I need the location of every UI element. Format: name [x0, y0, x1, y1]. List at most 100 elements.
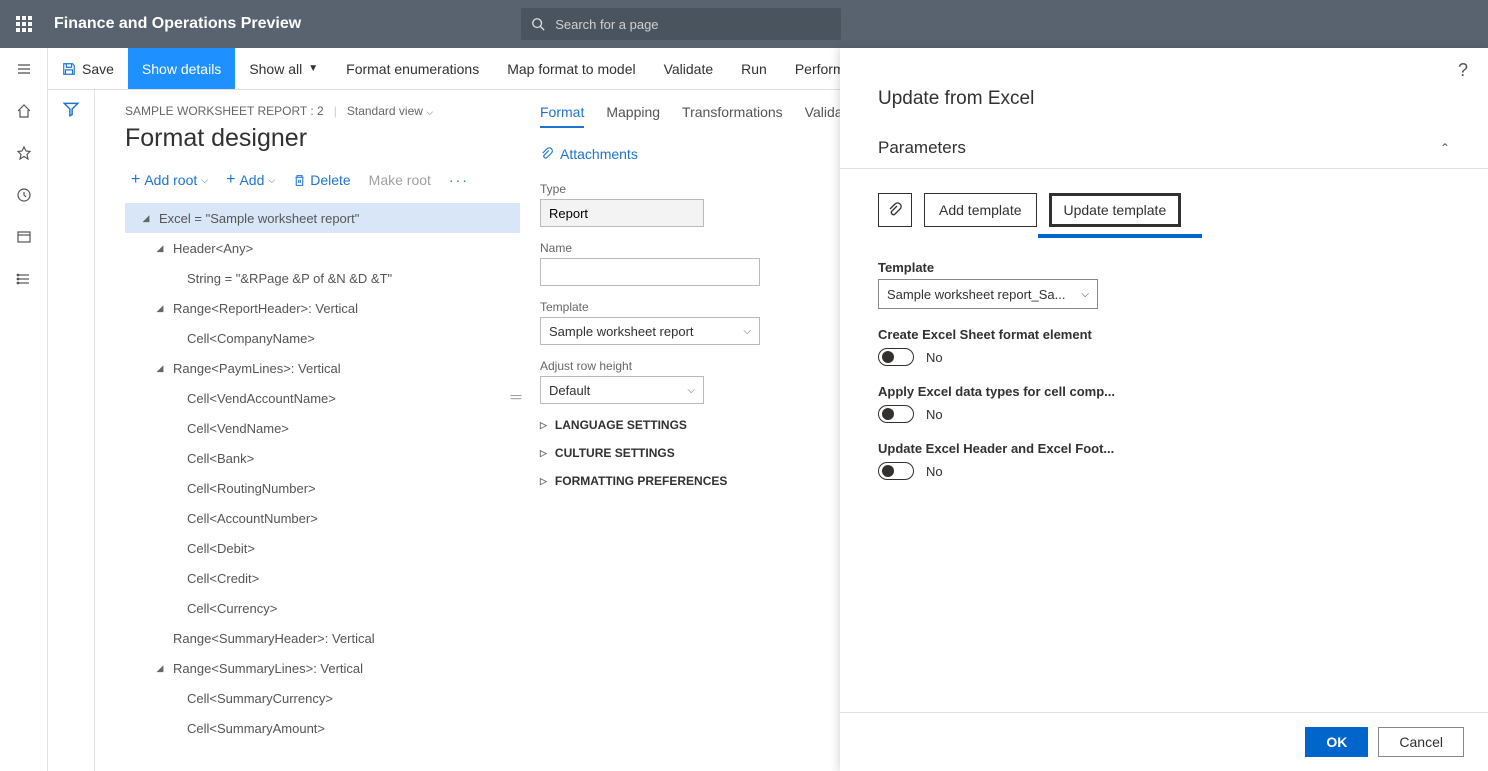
tree-node[interactable]: ◢ Range<PaymLines>: Vertical: [125, 353, 520, 383]
save-icon: [62, 62, 76, 76]
map-format-to-model-button[interactable]: Map format to model: [493, 48, 649, 89]
tree-node[interactable]: Cell<RoutingNumber>: [125, 473, 520, 503]
tree-node[interactable]: Cell<Bank>: [125, 443, 520, 473]
tab-format[interactable]: Format: [540, 104, 584, 128]
filter-column: [48, 90, 95, 771]
tree-node-label: Header<Any>: [173, 241, 253, 256]
chevron-down-icon: ▼: [308, 63, 318, 74]
tree-node[interactable]: ◢ Range<SummaryLines>: Vertical: [125, 653, 520, 683]
tree-node-label: Range<ReportHeader>: Vertical: [173, 301, 358, 316]
tree-node-label: Cell<Bank>: [187, 451, 254, 466]
attach-button[interactable]: [878, 193, 912, 227]
left-nav-rail: [0, 48, 48, 771]
tree-node-label: Cell<Debit>: [187, 541, 255, 556]
expand-icon[interactable]: ◢: [153, 363, 167, 374]
apply-types-value: No: [926, 407, 943, 422]
update-from-excel-panel: ? Update from Excel Parameters ⌃ Add tem…: [840, 48, 1488, 771]
parameters-header[interactable]: Parameters ⌃: [840, 110, 1488, 169]
tree-node[interactable]: Cell<SummaryCurrency>: [125, 683, 520, 713]
search-box[interactable]: Search for a page: [521, 8, 841, 40]
filter-icon[interactable]: [62, 100, 80, 118]
app-launcher-icon[interactable]: [0, 0, 48, 48]
tree-node[interactable]: Cell<VendName>: [125, 413, 520, 443]
validate-button[interactable]: Validate: [650, 48, 728, 89]
tree-node[interactable]: Cell<AccountNumber>: [125, 503, 520, 533]
expand-icon: ▷: [540, 476, 547, 487]
search-placeholder: Search for a page: [555, 17, 658, 32]
panel-title: Update from Excel: [840, 48, 1488, 110]
tree-node[interactable]: Cell<Debit>: [125, 533, 520, 563]
tab-transformations[interactable]: Transformations: [682, 104, 783, 128]
tree-node-label: Cell<SummaryCurrency>: [187, 691, 333, 706]
name-input[interactable]: [540, 258, 760, 286]
chevron-up-icon: ⌃: [1440, 141, 1450, 155]
app-title: Finance and Operations Preview: [54, 15, 301, 33]
more-button[interactable]: ···: [443, 168, 475, 192]
tree-node-label: Range<SummaryHeader>: Vertical: [173, 631, 375, 646]
apply-types-label: Apply Excel data types for cell comp...: [878, 384, 1450, 399]
attachments-link[interactable]: Attachments: [540, 146, 638, 162]
tree-node[interactable]: ◢ Header<Any>: [125, 233, 520, 263]
ok-button[interactable]: OK: [1305, 727, 1368, 757]
splitter-handle[interactable]: ||: [510, 394, 524, 400]
chevron-down-icon: ⌵: [1081, 289, 1089, 300]
row-height-select[interactable]: Default⌵: [540, 376, 704, 404]
run-button[interactable]: Run: [727, 48, 781, 89]
tree-node-label: Cell<Currency>: [187, 601, 277, 616]
tree-node-label: Cell<SummaryAmount>: [187, 721, 325, 736]
expand-icon[interactable]: ◢: [153, 663, 167, 674]
tree-node[interactable]: ◢ Range<ReportHeader>: Vertical: [125, 293, 520, 323]
nav-menu-icon[interactable]: [0, 48, 47, 90]
chevron-down-icon: ⌵: [687, 385, 695, 396]
make-root-button: Make root: [363, 168, 437, 192]
save-button[interactable]: Save: [48, 48, 128, 89]
update-header-toggle[interactable]: [878, 462, 914, 480]
tree-node[interactable]: Cell<Credit>: [125, 563, 520, 593]
chevron-down-icon: ⌵: [743, 326, 751, 337]
add-template-button[interactable]: Add template: [924, 193, 1037, 227]
tree-node-label: Cell<AccountNumber>: [187, 511, 318, 526]
format-tree: ◢Excel = "Sample worksheet report"◢Heade…: [125, 203, 520, 743]
show-details-button[interactable]: Show details: [128, 48, 235, 89]
tree-node[interactable]: Cell<CompanyName>: [125, 323, 520, 353]
tree-node-label: Range<PaymLines>: Vertical: [173, 361, 341, 376]
nav-home-icon[interactable]: [0, 90, 47, 132]
apply-types-toggle[interactable]: [878, 405, 914, 423]
update-template-button[interactable]: Update template: [1049, 193, 1182, 227]
template-select[interactable]: Sample worksheet report⌵: [540, 317, 760, 345]
create-sheet-label: Create Excel Sheet format element: [878, 327, 1450, 342]
cancel-button[interactable]: Cancel: [1378, 727, 1464, 757]
create-sheet-toggle[interactable]: [878, 348, 914, 366]
page-title: Format designer: [125, 124, 520, 153]
tree-node[interactable]: Range<SummaryHeader>: Vertical: [125, 623, 520, 653]
add-root-button[interactable]: +Add root⌵: [125, 167, 214, 193]
delete-button[interactable]: Delete: [287, 168, 356, 192]
tree-node[interactable]: Cell<Currency>: [125, 593, 520, 623]
nav-recent-icon[interactable]: [0, 174, 47, 216]
expand-icon[interactable]: ◢: [153, 243, 167, 254]
tree-node[interactable]: Cell<SummaryAmount>: [125, 713, 520, 743]
nav-modules-icon[interactable]: [0, 258, 47, 300]
tab-mapping[interactable]: Mapping: [606, 104, 660, 128]
nav-workspace-icon[interactable]: [0, 216, 47, 258]
attachment-icon: [887, 202, 903, 218]
nav-favorites-icon[interactable]: [0, 132, 47, 174]
help-icon[interactable]: ?: [1458, 60, 1468, 81]
tree-node-label: Cell<RoutingNumber>: [187, 481, 316, 496]
show-all-button[interactable]: Show all▼: [235, 48, 332, 89]
tree-node[interactable]: Cell<VendAccountName>: [125, 383, 520, 413]
expand-icon[interactable]: ◢: [153, 303, 167, 314]
trash-icon: [293, 174, 306, 187]
tree-node[interactable]: String = "&RPage &P of &N &D &T": [125, 263, 520, 293]
view-selector[interactable]: Standard view ⌵: [347, 104, 433, 118]
expand-icon[interactable]: ◢: [139, 213, 153, 224]
flyout-template-select[interactable]: Sample worksheet report_Sa...⌵: [878, 279, 1098, 309]
flyout-template-label: Template: [878, 260, 1450, 275]
add-button[interactable]: +Add⌵: [220, 167, 281, 193]
tree-node[interactable]: ◢Excel = "Sample worksheet report": [125, 203, 520, 233]
tree-node-label: Range<SummaryLines>: Vertical: [173, 661, 363, 676]
expand-icon: ▷: [540, 448, 547, 459]
create-sheet-value: No: [926, 350, 943, 365]
type-input: [540, 199, 704, 227]
format-enumerations-button[interactable]: Format enumerations: [332, 48, 493, 89]
